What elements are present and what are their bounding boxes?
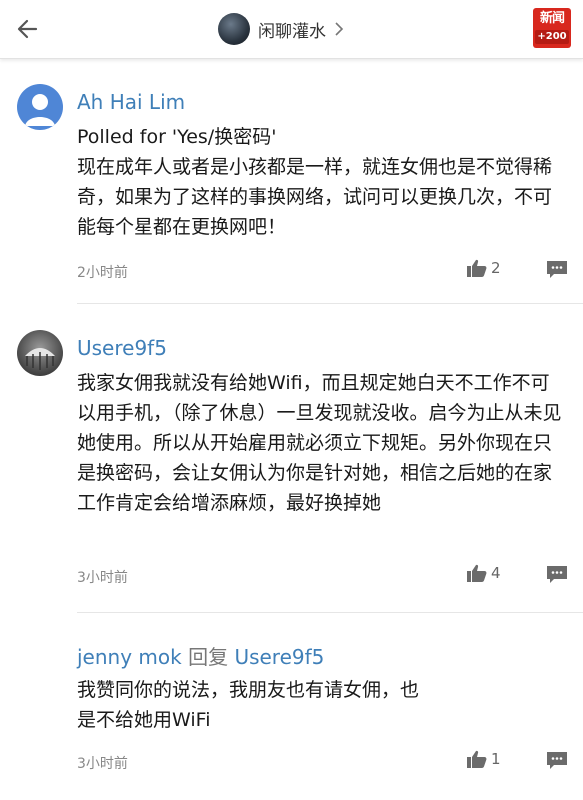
avatar[interactable]: [17, 84, 63, 130]
profile-photo-icon: [25, 348, 55, 370]
like-button[interactable]: 1: [467, 750, 501, 768]
reply-bubble-icon[interactable]: [546, 751, 568, 771]
comment-author[interactable]: Usere9f5: [77, 336, 167, 360]
chevron-right-icon: [335, 22, 344, 36]
comment-text: 我家女佣我就没有给她Wifi，而且规定她白天不工作不可以用手机，（除了休息）一旦…: [77, 372, 562, 514]
reply-header: jenny mok 回复 Usere9f5: [77, 641, 324, 670]
back-arrow-icon[interactable]: [14, 14, 44, 44]
channel-link[interactable]: 闲聊灌水: [218, 10, 344, 48]
like-count: 4: [491, 564, 501, 582]
thumbs-up-icon: [467, 259, 487, 277]
channel-name: 闲聊灌水: [258, 21, 326, 42]
avatar[interactable]: [17, 330, 63, 376]
default-user-icon: [25, 94, 55, 126]
thumbs-up-icon: [467, 750, 487, 768]
reply-bubble-icon[interactable]: [546, 260, 568, 280]
like-button[interactable]: 4: [467, 564, 501, 582]
divider: [77, 612, 583, 613]
thumbs-up-icon: [467, 564, 487, 582]
reply-target[interactable]: Usere9f5: [234, 645, 324, 669]
comment-time: 3小时前: [77, 756, 128, 772]
like-count: 2: [491, 259, 501, 277]
reply-label: 回复: [188, 645, 229, 669]
comment-time: 2小时前: [77, 265, 128, 281]
comment-author[interactable]: Ah Hai Lim: [77, 90, 185, 114]
top-bar: 闲聊灌水 新闻 +200: [0, 0, 583, 59]
channel-avatar: [218, 13, 250, 45]
like-button[interactable]: 2: [467, 259, 501, 277]
like-count: 1: [491, 750, 501, 768]
comment-text: 我赞同你的说法，我朋友也有请女佣，也 是不给她用WiFi: [77, 679, 420, 731]
divider: [77, 303, 583, 304]
comment-author[interactable]: jenny mok: [77, 645, 182, 669]
comment-text: Polled for 'Yes/换密码' 现在成年人或者是小孩都是一样，就连女佣…: [77, 126, 553, 238]
news-logo: 新闻 +200: [533, 8, 571, 48]
reply-bubble-icon[interactable]: [546, 565, 568, 585]
comment-time: 3小时前: [77, 570, 128, 586]
